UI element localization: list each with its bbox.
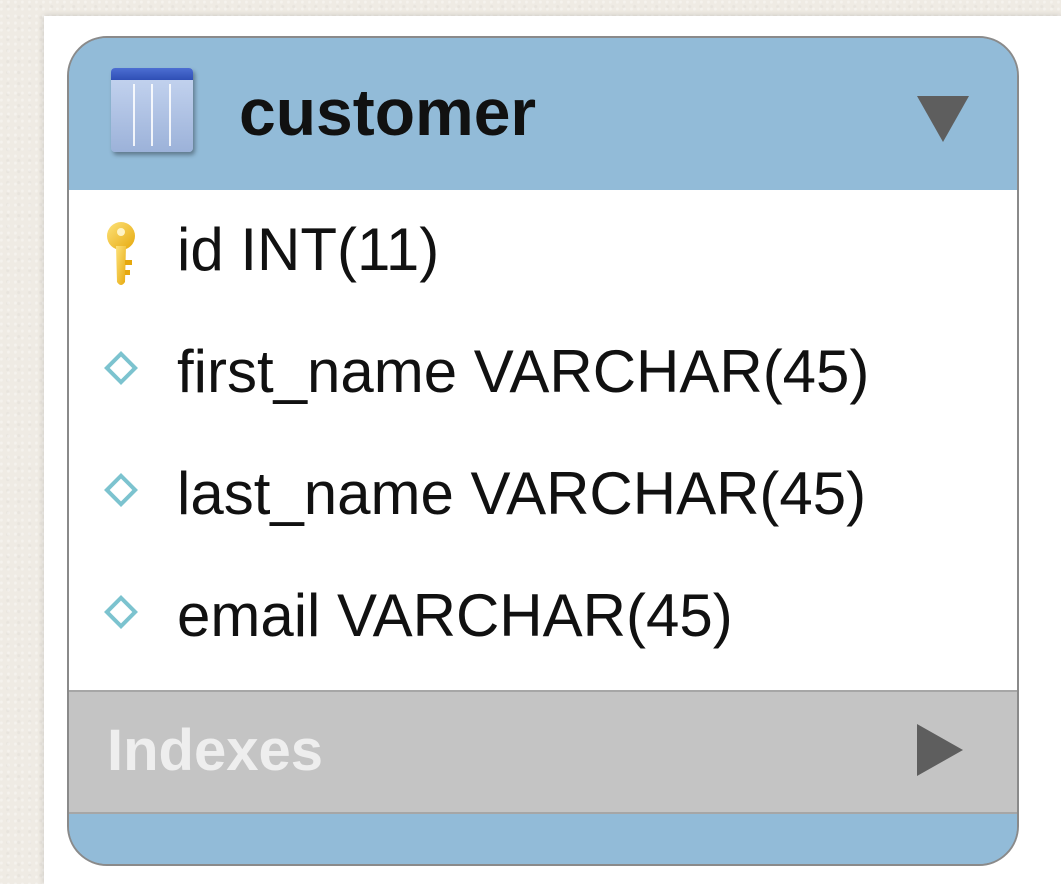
table-name: customer (239, 75, 537, 149)
indexes-section[interactable]: Indexes (69, 690, 1017, 814)
table-footer (69, 814, 1017, 864)
table-header[interactable]: customer (69, 38, 1017, 190)
column-diamond-icon (104, 351, 138, 385)
triangle-right-icon[interactable] (917, 724, 963, 776)
column-row-last-name[interactable]: last_name VARCHAR(45) (69, 434, 1017, 554)
column-label: email VARCHAR(45) (177, 582, 733, 649)
column-label: last_name VARCHAR(45) (177, 460, 867, 527)
column-row-first-name[interactable]: first_name VARCHAR(45) (69, 312, 1017, 432)
triangle-down-icon[interactable] (917, 96, 969, 142)
column-diamond-icon (104, 595, 138, 629)
column-diamond-icon (104, 473, 138, 507)
indexes-label: Indexes (107, 718, 323, 783)
primary-key-icon (107, 222, 135, 285)
table-icon (111, 68, 193, 152)
column-row-id[interactable]: id INT(11) (69, 190, 1017, 310)
columns-panel: id INT(11) first_name VARCHAR(45) last_n… (69, 190, 1017, 690)
column-label: id INT(11) (177, 216, 440, 283)
table-entity-customer[interactable]: customer id INT(11) first_name VARCHAR(4… (67, 36, 1019, 866)
column-label: first_name VARCHAR(45) (177, 338, 870, 405)
column-row-email[interactable]: email VARCHAR(45) (69, 556, 1017, 676)
